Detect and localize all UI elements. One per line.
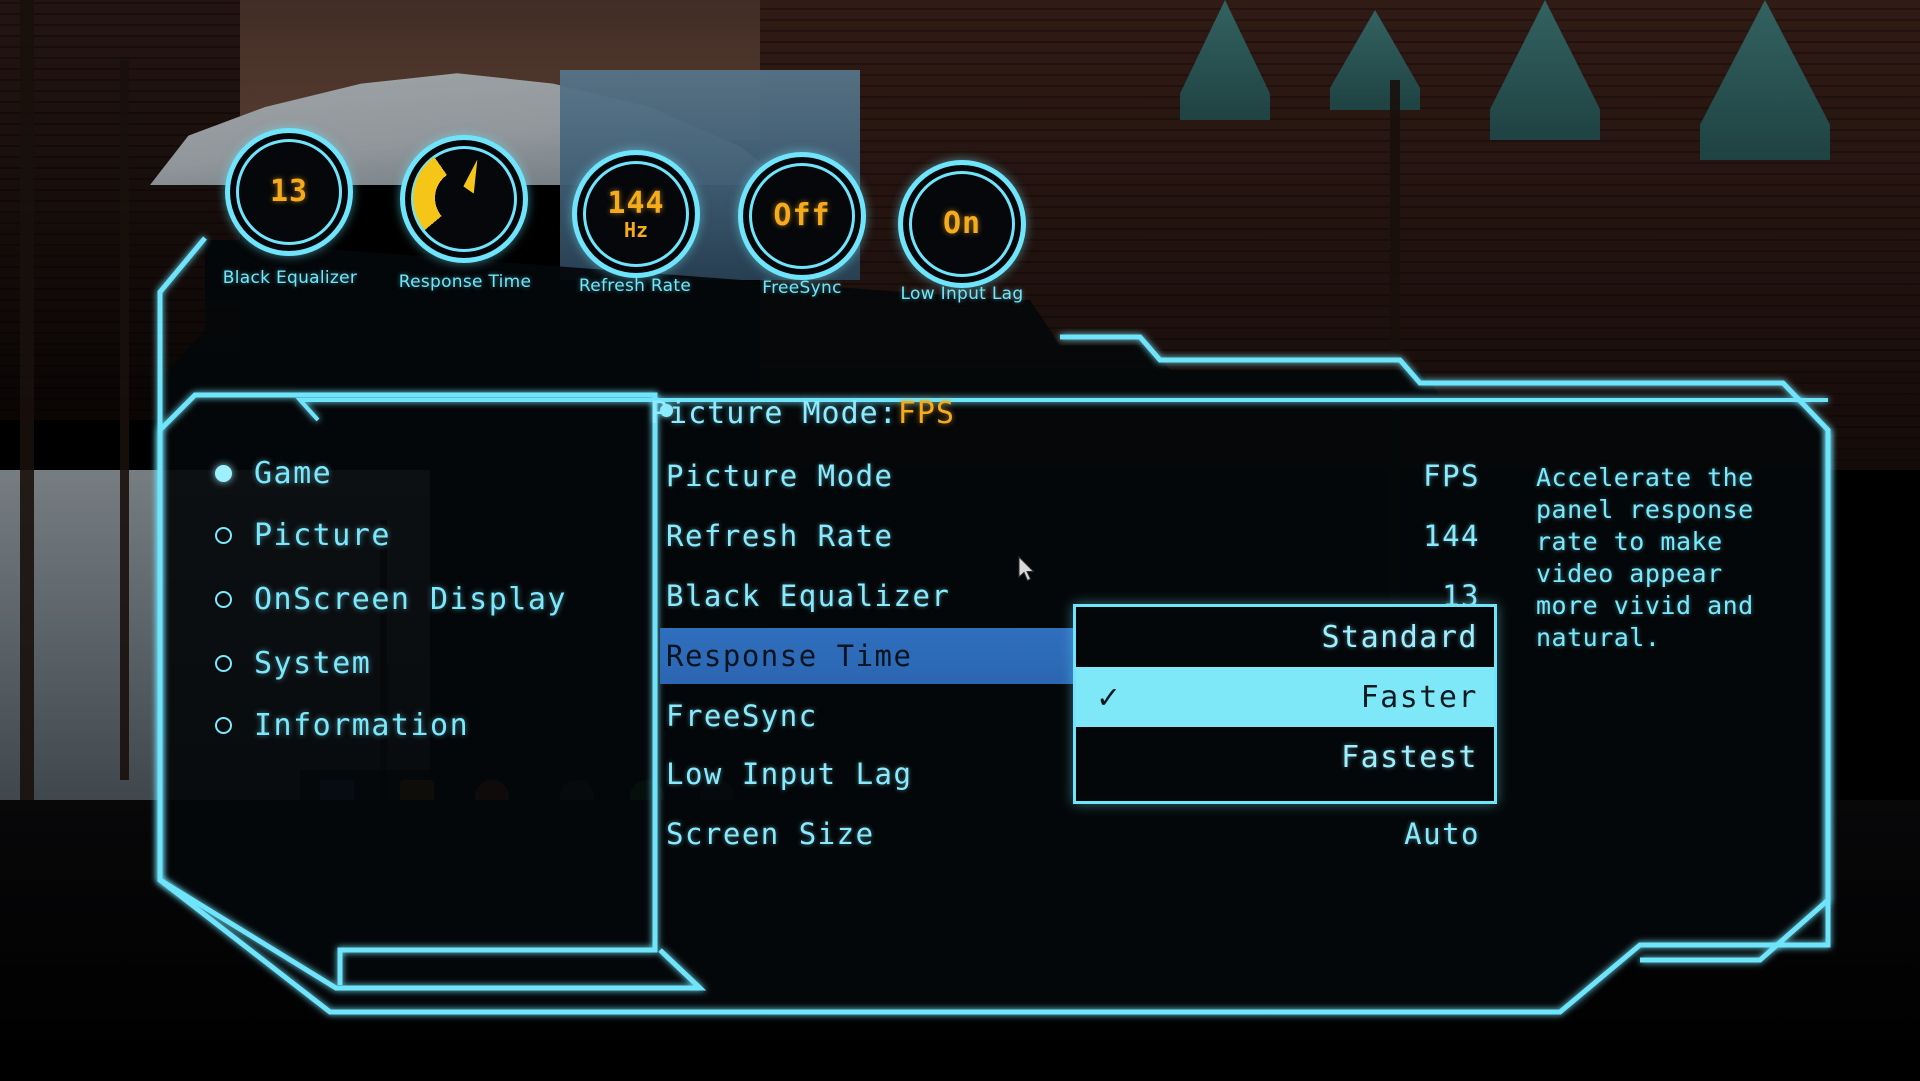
gauge-refresh-rate-value: 144 (607, 186, 665, 222)
check-icon: ✓ (1098, 677, 1120, 717)
setting-label: Screen Size (666, 817, 875, 851)
setting-label: Response Time (666, 639, 913, 673)
setting-label: Refresh Rate (666, 519, 894, 553)
radio-icon (215, 591, 232, 608)
gauge-low-input-lag-value: On (942, 206, 982, 242)
dropdown-option-faster[interactable]: ✓ Faster (1076, 667, 1494, 727)
gauge-black-equalizer[interactable]: 13 (225, 128, 353, 256)
radio-icon (215, 655, 232, 672)
dropdown-option-standard[interactable]: Standard (1076, 607, 1494, 667)
screen: 13 Black Equalizer Response Time 144 Hz … (0, 0, 1920, 1081)
setting-label: Low Input Lag (666, 757, 913, 791)
setting-description: Accelerate the panel response rate to ma… (1536, 463, 1754, 652)
setting-row-response-time[interactable]: Response Time (660, 628, 1075, 684)
setting-row-picture-mode[interactable]: Picture Mode FPS (660, 448, 1490, 504)
sidebar-item-label: OnScreen Display (254, 582, 567, 617)
response-time-arc-icon (413, 148, 513, 248)
radio-icon (215, 527, 232, 544)
gauge-low-input-lag-label: Low Input Lag (900, 284, 1024, 304)
sidebar-item-label: Picture (254, 518, 391, 553)
gauge-black-equalizer-value: 13 (269, 174, 309, 210)
page-title-label: Picture Mode: (650, 396, 898, 431)
mouse-cursor-icon (1018, 556, 1035, 582)
gauge-refresh-rate[interactable]: 144 Hz (572, 150, 700, 278)
sidebar-item-onscreen-display[interactable]: OnScreen Display (215, 582, 567, 617)
gauge-low-input-lag[interactable]: On (898, 160, 1026, 288)
gauge-refresh-rate-unit: Hz (623, 217, 649, 242)
dropdown-option-label: Faster (1360, 679, 1478, 715)
dropdown-option-label: Fastest (1341, 739, 1478, 775)
setting-row-screen-size[interactable]: Screen Size Auto (660, 806, 1490, 862)
dropdown-option-fastest[interactable]: Fastest (1076, 727, 1494, 787)
sidebar-item-game[interactable]: Game (215, 456, 332, 491)
sidebar-item-label: Game (254, 456, 333, 491)
setting-label: FreeSync (666, 699, 818, 733)
dropdown-option-label: Standard (1321, 619, 1478, 655)
setting-row-refresh-rate[interactable]: Refresh Rate 144 (660, 508, 1490, 564)
sidebar-item-system[interactable]: System (215, 646, 371, 681)
setting-label: Black Equalizer (666, 579, 951, 613)
page-title: Picture Mode:FPS (650, 396, 955, 431)
sidebar-item-information[interactable]: Information (215, 708, 469, 743)
setting-value: 144 (1423, 519, 1480, 553)
page-title-value: FPS (897, 396, 955, 431)
sidebar-item-label: System (254, 646, 372, 681)
setting-label: Picture Mode (666, 459, 894, 493)
gauge-response-time[interactable] (400, 135, 528, 263)
gauge-freesync[interactable]: Off (738, 152, 866, 280)
setting-value: FPS (1423, 459, 1480, 493)
sidebar-item-picture[interactable]: Picture (215, 518, 391, 553)
radio-selected-icon (215, 465, 232, 482)
response-time-dropdown[interactable]: Standard ✓ Faster Fastest (1073, 604, 1497, 804)
setting-value: Auto (1404, 817, 1480, 851)
radio-icon (215, 717, 232, 734)
sidebar-item-label: Information (254, 708, 470, 743)
gauge-freesync-value: Off (773, 198, 831, 234)
